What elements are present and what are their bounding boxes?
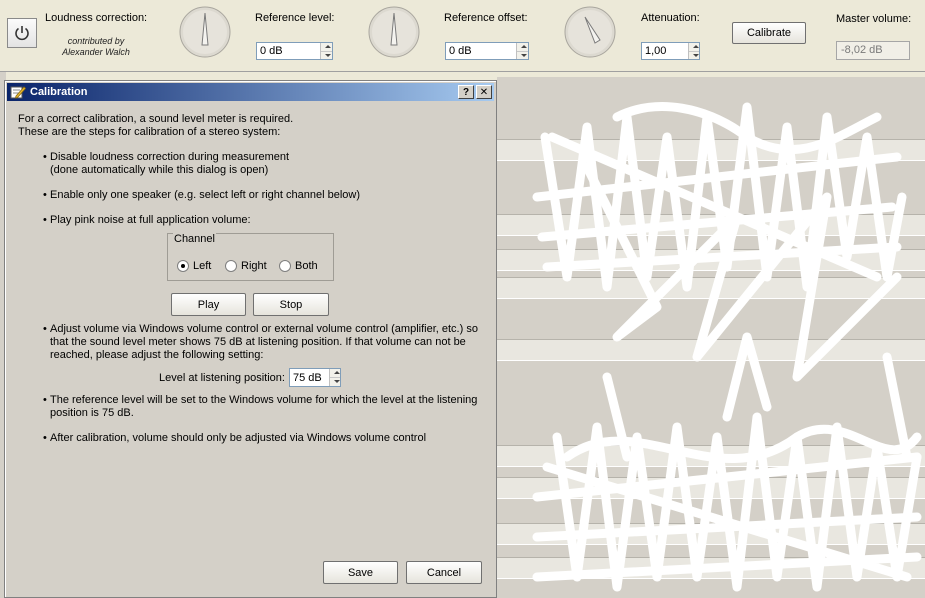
contributor-name: Alexander Walch: [62, 47, 130, 57]
step-text: position is 75 dB.: [50, 407, 134, 419]
reference-level-spinbox[interactable]: [256, 42, 333, 60]
step-text: reached, please adjust the following set…: [50, 349, 264, 361]
calibration-dialog: Calibration ? ✕ For a correct calibratio…: [4, 80, 497, 598]
radio-label: Both: [295, 260, 318, 272]
power-icon: [15, 26, 29, 41]
stop-button[interactable]: Stop: [253, 293, 329, 316]
step-adjust-volume: Adjust volume via Windows volume control…: [43, 323, 478, 362]
reference-offset-label: Reference offset:: [444, 12, 528, 24]
loudness-power-toggle[interactable]: [7, 18, 37, 48]
close-button[interactable]: ✕: [476, 85, 492, 99]
spin-up-arrow-icon[interactable]: [688, 43, 699, 52]
contributor-credit: contributed by Alexander Walch: [56, 36, 136, 58]
radio-unselected-icon: [225, 260, 237, 272]
radio-unselected-icon: [279, 260, 291, 272]
spin-up-arrow-icon[interactable]: [517, 43, 528, 52]
step-text: Disable loudness correction during measu…: [50, 151, 290, 163]
play-button[interactable]: Play: [171, 293, 246, 316]
channel-right-radio[interactable]: Right: [225, 260, 267, 272]
radio-label: Right: [241, 260, 267, 272]
spin-down-arrow-icon[interactable]: [688, 51, 699, 59]
channel-left-radio[interactable]: Left: [177, 260, 211, 272]
reference-level-input[interactable]: [257, 43, 321, 59]
calibration-pencil-icon: [10, 86, 26, 99]
step-text: The reference level will be set to the W…: [50, 394, 478, 406]
help-button[interactable]: ?: [458, 85, 474, 99]
master-volume-label: Master volume:: [836, 13, 912, 25]
listening-level-label: Level at listening position:: [159, 372, 285, 384]
reference-offset-input[interactable]: [446, 43, 517, 59]
dialog-titlebar[interactable]: Calibration ? ✕: [7, 83, 494, 101]
radio-selected-icon: [177, 260, 189, 272]
step-disable-loudness: Disable loudness correction during measu…: [43, 151, 290, 177]
master-volume-field: -8,02 dB: [836, 41, 910, 60]
spin-up-arrow-icon[interactable]: [330, 369, 340, 378]
contributed-by-text: contributed by: [67, 36, 125, 46]
attenuation-input[interactable]: [642, 43, 688, 59]
spin-down-arrow-icon[interactable]: [321, 51, 332, 59]
main-toolbar: Loudness correction: contributed by Alex…: [0, 0, 925, 72]
spin-down-arrow-icon[interactable]: [330, 378, 340, 386]
channel-legend: Channel: [173, 233, 216, 245]
intro-line-1: For a correct calibration, a sound level…: [18, 113, 294, 125]
calibrate-button[interactable]: Calibrate: [732, 22, 806, 44]
radio-label: Left: [193, 260, 212, 272]
step-reference-level-info: The reference level will be set to the W…: [43, 394, 478, 420]
attenuation-knob[interactable]: [563, 5, 617, 59]
reference-level-label: Reference level:: [255, 12, 335, 24]
intro-line-2: These are the steps for calibration of a…: [18, 126, 281, 138]
step-after-calibration: After calibration, volume should only be…: [43, 432, 426, 445]
loudness-correction-label: Loudness correction:: [45, 12, 148, 24]
background-window-redacted: [497, 77, 925, 598]
save-button[interactable]: Save: [323, 561, 398, 584]
step-text: Adjust volume via Windows volume control…: [50, 323, 478, 335]
listening-level-spinbox[interactable]: [289, 368, 341, 387]
reference-offset-knob[interactable]: [367, 5, 421, 59]
attenuation-spinbox[interactable]: [641, 42, 700, 60]
dialog-title: Calibration: [30, 86, 88, 98]
reference-level-knob[interactable]: [178, 5, 232, 59]
listening-level-input[interactable]: [290, 369, 330, 386]
scribble-redaction: [532, 102, 922, 592]
step-text: (done automatically while this dialog is…: [50, 164, 269, 176]
step-enable-one-speaker: Enable only one speaker (e.g. select lef…: [43, 189, 360, 202]
spin-down-arrow-icon[interactable]: [517, 51, 528, 59]
step-text: that the sound level meter shows 75 dB a…: [50, 336, 466, 348]
attenuation-label: Attenuation:: [641, 12, 700, 24]
reference-offset-spinbox[interactable]: [445, 42, 529, 60]
step-play-pink-noise: Play pink noise at full application volu…: [43, 214, 251, 227]
channel-both-radio[interactable]: Both: [279, 260, 318, 272]
cancel-button[interactable]: Cancel: [406, 561, 482, 584]
spin-up-arrow-icon[interactable]: [321, 43, 332, 52]
